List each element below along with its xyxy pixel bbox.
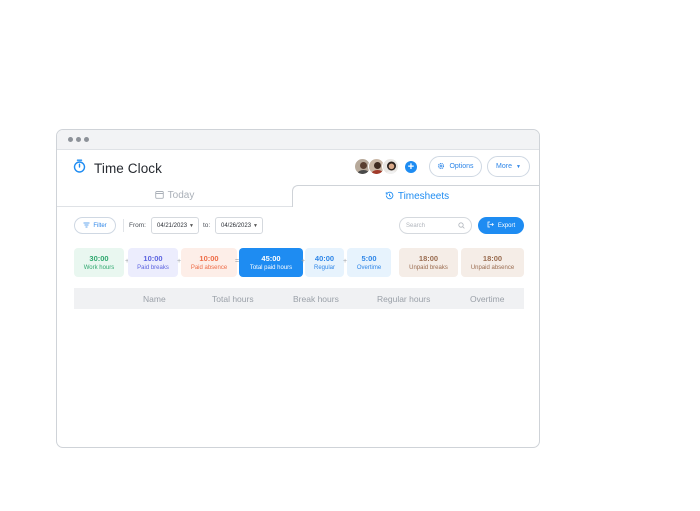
stat-value: 30:00 [89, 254, 109, 263]
search-icon [458, 222, 465, 231]
more-label: More [496, 163, 512, 170]
app-header: Time Clock + Options More ▼ [57, 150, 539, 185]
stat-value: 45:00 [261, 254, 281, 263]
column-header-regular-hours[interactable]: Regular hours [377, 294, 430, 304]
stat-value: 18:00 [418, 254, 439, 263]
filter-button[interactable]: Filter [74, 217, 116, 234]
divider [123, 219, 124, 232]
window-dot-icon[interactable] [68, 137, 73, 142]
tab-bar: Today Timesheets [57, 185, 539, 207]
column-header-name[interactable]: Name [143, 294, 166, 304]
from-label: From: [129, 222, 146, 229]
tab-today-label: Today [167, 190, 195, 201]
stat-label: Total paid hours [249, 265, 293, 271]
stat-paid-breaks[interactable]: 10:00 Paid breaks [128, 248, 178, 277]
stat-label: Overtime [356, 265, 382, 271]
stat-label: Unpaid absence [470, 265, 515, 271]
stat-work-hours[interactable]: 30:00 Work hours [74, 248, 124, 277]
stat-value: 18:00 [482, 254, 503, 263]
stat-value: 10:00 [199, 254, 219, 263]
filter-icon [83, 222, 90, 230]
more-button[interactable]: More ▼ [487, 156, 530, 177]
stat-label: Paid absence [190, 265, 228, 271]
avatar[interactable] [382, 158, 399, 175]
search-placeholder: Search [406, 222, 426, 229]
stat-value: 5:00 [361, 254, 377, 263]
table-header: Name Total hours Break hours Regular hou… [74, 288, 524, 309]
timesheet-toolbar: Filter From: 04/21/2023 ▼ to: 04/26/2023… [57, 216, 539, 236]
filter-label: Filter [93, 222, 107, 229]
window-titlebar [57, 130, 539, 150]
to-label: to: [203, 222, 211, 229]
options-button[interactable]: Options [429, 156, 482, 177]
from-date-value: 04/21/2023 [157, 222, 188, 229]
stat-regular[interactable]: 40:00 Regular [305, 248, 344, 277]
tab-timesheets-label: Timesheets [397, 191, 450, 202]
options-label: Options [449, 163, 474, 170]
chevron-down-icon: ▼ [516, 163, 521, 170]
stat-label: Unpaid breaks [409, 265, 448, 271]
stat-label: Regular [313, 265, 335, 271]
export-icon [487, 221, 494, 230]
add-member-button[interactable]: + [405, 161, 417, 173]
app-window: Time Clock + Options More ▼ Today Timesh… [56, 129, 540, 448]
search-input[interactable]: Search [399, 217, 472, 234]
from-date-select[interactable]: 04/21/2023 ▼ [151, 217, 199, 234]
export-label: Export [497, 222, 516, 229]
stat-label: Work hours [83, 265, 115, 271]
page-title: Time Clock [94, 161, 163, 176]
summary-stats: 30:00 Work hours + 10:00 Paid breaks + 1… [57, 248, 539, 278]
stat-unpaid-breaks[interactable]: 18:00 Unpaid breaks [399, 248, 458, 277]
to-date-select[interactable]: 04/26/2023 ▼ [215, 217, 263, 234]
column-header-total-hours[interactable]: Total hours [212, 294, 254, 304]
gear-icon [437, 162, 445, 172]
window-dot-icon[interactable] [84, 137, 89, 142]
calendar-icon [154, 190, 164, 202]
column-header-break-hours[interactable]: Break hours [293, 294, 339, 304]
stat-total-paid-hours[interactable]: 45:00 Total paid hours [239, 248, 303, 277]
stat-unpaid-absence[interactable]: 18:00 Unpaid absence [461, 248, 524, 277]
to-date-value: 04/26/2023 [221, 222, 252, 229]
tab-timesheets[interactable]: Timesheets [292, 185, 539, 207]
tab-today[interactable]: Today [57, 185, 292, 207]
stat-paid-absence[interactable]: 10:00 Paid absence [181, 248, 237, 277]
avatar-group[interactable] [354, 158, 399, 175]
column-header-overtime[interactable]: Overtime [470, 294, 504, 304]
stat-value: 10:00 [143, 254, 163, 263]
stat-overtime[interactable]: 5:00 Overtime [347, 248, 391, 277]
export-button[interactable]: Export [478, 217, 524, 234]
stat-value: 40:00 [314, 254, 335, 263]
caret-down-icon: ▼ [189, 223, 194, 229]
caret-down-icon: ▼ [253, 223, 258, 229]
history-icon [385, 191, 394, 203]
window-dot-icon[interactable] [76, 137, 81, 142]
stat-label: Paid breaks [137, 265, 169, 271]
stopwatch-icon [73, 159, 86, 178]
